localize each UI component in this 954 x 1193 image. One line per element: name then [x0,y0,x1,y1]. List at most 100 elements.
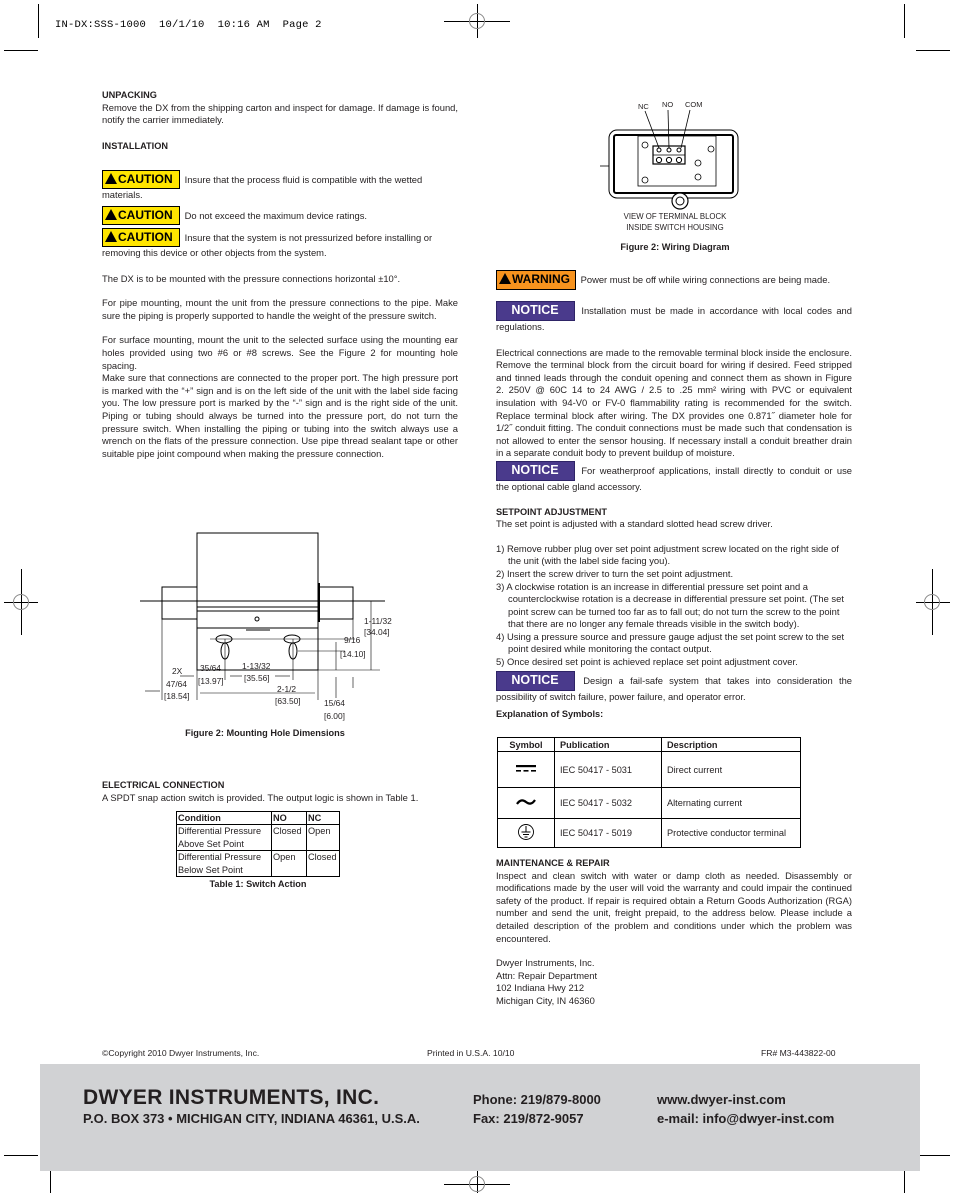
table-header: Symbol [497,737,555,752]
terminal-view-note: VIEW OF TERMINAL BLOCK INSIDE SWITCH HOU… [600,211,750,233]
terminal-label: NO [662,100,673,109]
caution-badge: CAUTION [102,170,180,190]
caution-1: CAUTION Insure that the process fluid is… [102,170,458,202]
mounting-drawing: 1-11/32 [34.04] 9/16 [14.10] 1-13/32 [35… [140,532,392,721]
slug-id: IN-DX:SSS-1000 [55,19,147,31]
caution-3: CAUTION Insure that the system is not pr… [102,227,458,260]
dim-label: [63.50] [275,696,301,706]
table-cell: Differential Pressure Below Set Point [176,850,272,878]
electrical-body: A SPDT snap action switch is provided. T… [102,791,419,803]
switch-housing-outline [196,532,319,629]
view-note-line: INSIDE SWITCH HOUSING [626,223,724,232]
alternating-current-icon [516,799,536,805]
dim-label: 35/64 [200,663,221,673]
table-header-row: Condition NO NC [176,810,340,826]
electrical-heading: ELECTRICAL CONNECTION [102,780,225,790]
caution-text: Do not exceed the maximum device ratings… [184,209,367,221]
warning-text: Power must be off while wiring connectio… [580,274,831,285]
crop-mark [4,50,38,51]
print-slug: IN-DX:SSS-1000 10/1/10 10:16 AM Page 2 [55,7,322,31]
repair-address: Dwyer Instruments, Inc. Attn: Repair Dep… [496,957,852,1007]
dim-label: 15/64 [324,698,345,708]
address-line: Dwyer Instruments, Inc. [496,957,595,969]
table-cell: Open [306,824,340,852]
printed-in: Printed in U.S.A. 10/10 [427,1048,515,1058]
notice-badge: NOTICE [496,301,575,321]
crop-mark [916,1155,950,1156]
company-phone: Phone: 219/879-8000 [473,1092,601,1107]
electrical-details: Electrical connections are made to the r… [496,346,852,459]
table-cell: Differential Pressure Above Set Point [176,824,272,852]
slug-time: 10:16 AM [217,19,270,31]
setpoint-steps: 1) Remove rubber plug over set point adj… [496,543,852,669]
table-row: IEC 50417 - 5019 Protective conductor te… [497,818,801,848]
table-cell: Closed [271,824,307,852]
protective-earth-icon [518,824,534,840]
warning-triangle-icon [105,173,117,185]
list-item: 5) Once desired set point is achieved re… [496,656,798,668]
table-header: NO [271,810,307,826]
table-header-row: Symbol Publication Description [497,737,801,752]
table-cell: Direct current [661,751,801,788]
table-header: Publication [554,737,662,752]
install-p1: The DX is to be mounted with the pressur… [102,272,401,284]
company-email-link[interactable]: e-mail: info@dwyer-inst.com [657,1111,834,1126]
right-port [317,586,354,620]
wiring-figure-caption: Figure 2: Wiring Diagram [620,242,730,252]
table-cell: Protective conductor terminal [661,818,801,848]
list-item: 2) Insert the screw driver to turn the s… [496,567,734,579]
slug-page: Page 2 [282,19,322,31]
left-column: UNPACKING Remove the DX from the shippin… [102,89,458,460]
notice-block-3: NOTICE Design a fail-safe system that ta… [496,670,852,704]
symbol-cell [497,751,555,788]
dim-label: 1-11/32 [364,616,392,626]
symbols-title: Explanation of Symbols: [496,709,604,720]
right-column: WARNING Power must be off while wiring c… [496,270,852,721]
maintenance-heading: MAINTENANCE & REPAIR [496,858,610,868]
installation-heading: INSTALLATION [102,140,169,151]
caution-badge: CAUTION [102,227,180,247]
dim-label: [34.04] [364,627,390,637]
table-row: Differential Pressure Below Set Point Op… [176,850,340,878]
view-note-line: VIEW OF TERMINAL BLOCK [623,212,727,221]
list-item: 3) A clockwise rotation is an increase i… [496,580,844,630]
dim-label: 1-13/32 [242,661,271,671]
company-name: DWYER INSTRUMENTS, INC. [83,1086,380,1109]
table-cell: IEC 50417 - 5019 [554,818,662,848]
crop-mark [916,50,950,51]
address-line: Michigan City, IN 46360 [496,994,595,1006]
switch-table-caption: Table 1: Switch Action [209,879,307,889]
setpoint-heading: SETPOINT ADJUSTMENT [496,506,607,517]
unpacking-heading: UNPACKING [102,90,157,100]
company-website-link[interactable]: www.dwyer-inst.com [657,1092,786,1107]
dim-label: [18.54] [164,691,190,701]
table-cell: IEC 50417 - 5032 [554,787,662,819]
warning-triangle-icon [499,273,511,284]
crop-mark [38,4,39,38]
table-cell: Alternating current [661,787,801,819]
dim-label: 2-1/2 [277,684,296,694]
screw-marker [254,616,260,622]
address-line: Attn: Repair Department [496,969,598,981]
list-item: 4) Using a pressure source and pressure … [496,630,845,655]
dim-label: [6.00] [324,711,345,721]
table-row: IEC 50417 - 5031 Direct current [497,751,801,788]
warning-badge: WARNING [496,270,576,290]
notice-block-2: NOTICE For weatherproof applications, in… [496,460,852,494]
symbol-cell [497,787,555,819]
table-cell: Open [271,850,307,878]
setpoint-intro: The set point is adjusted with a standar… [496,518,773,530]
table-row: IEC 50417 - 5032 Alternating current [497,787,801,819]
table-cell: IEC 50417 - 5031 [554,751,662,788]
crop-mark [4,1155,38,1156]
terminal-label: COM [685,100,703,109]
copyright: ©Copyright 2010 Dwyer Instruments, Inc. [102,1048,260,1058]
caution-badge: CAUTION [102,205,180,225]
table-header: NC [306,810,340,826]
table-header: Condition [176,810,272,826]
symbols-table: Symbol Publication Description IEC 50417… [497,737,801,848]
notice-badge: NOTICE [496,670,575,691]
table-cell: Closed [306,850,340,878]
form-number: FR# M3-443822-00 [761,1048,836,1058]
symbol-cell [497,818,555,848]
